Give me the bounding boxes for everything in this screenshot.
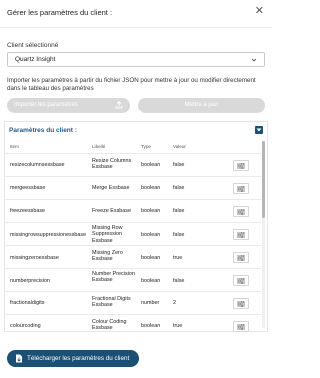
column-header-libelle: Libellé [92, 144, 106, 149]
cell-type: boolean [141, 185, 161, 191]
cell-libelle: Fractional Digits Essbase [92, 296, 131, 309]
cell-libelle: Missing Zero Essbase [92, 250, 123, 263]
cell-type: boolean [141, 323, 161, 329]
cell-valeur: true [173, 255, 183, 261]
cell-valeur: false [173, 162, 185, 168]
scrollbar-thumb[interactable] [262, 141, 265, 218]
cell-type: boolean [141, 208, 161, 214]
table-row: colourcoding Colour Coding Essbase boole… [5, 314, 261, 336]
edit-row-button[interactable] [233, 229, 249, 240]
cell-libelle: Merge Essbase [92, 185, 130, 191]
sliders-icon [237, 209, 245, 215]
table-row: resizecolumnsessbase Resize Columns Essb… [5, 153, 261, 175]
update-button[interactable]: Mettre à jour [138, 98, 265, 113]
table-row: missingrowsuppressionessbase Missing Row… [5, 222, 261, 244]
dialog-header: Gérer les paramètres du client : ✕ [0, 0, 272, 28]
cell-item: freezeessbase [10, 208, 46, 214]
cell-valeur: false [173, 208, 185, 214]
update-label: Mettre à jour [184, 102, 219, 108]
cell-libelle: Colour Coding Essbase [92, 319, 127, 332]
edit-row-button[interactable] [233, 252, 249, 263]
cell-item: resizecolumnsessbase [10, 162, 65, 168]
cell-type: boolean [141, 162, 161, 168]
chevron-down-icon [251, 58, 257, 62]
cell-type: boolean [141, 232, 161, 238]
params-title: Paramètres du client : [9, 127, 77, 134]
cell-item: numberprecision [10, 278, 50, 284]
client-select-value: Quartz Insight [15, 56, 56, 63]
sliders-icon [237, 163, 245, 169]
cell-type: boolean [141, 255, 161, 261]
column-header-item: Item [10, 144, 19, 149]
sliders-icon [237, 278, 245, 284]
cell-libelle: Resize Columns Essbase [92, 158, 132, 171]
table-row: mergeessbase Merge Essbase boolean false [5, 176, 261, 198]
sliders-icon [237, 301, 245, 307]
cell-type: boolean [141, 278, 161, 284]
table-row: missingzeroessbase Missing Zero Essbase … [5, 245, 261, 267]
cell-item: mergeessbase [10, 185, 46, 191]
table-row: numberprecision Number Precision Essbase… [5, 268, 261, 290]
sliders-icon [237, 232, 245, 238]
upload-icon [115, 101, 123, 109]
table-scrollbar[interactable] [262, 141, 265, 328]
import-description: Importer les paramètres à partir du fich… [7, 77, 256, 92]
cell-type: number [141, 300, 160, 306]
sliders-icon [237, 324, 245, 330]
download-params-label: Télécharger les paramètres du client [27, 355, 130, 362]
edit-row-button[interactable] [233, 298, 249, 309]
dialog-title: Gérer les paramètres du client : [7, 8, 113, 17]
cell-item: fractionaldigits [10, 300, 45, 306]
cell-item: missingrowsuppressionessbase [10, 232, 87, 238]
cell-libelle: Freeze Essbase [92, 208, 131, 214]
import-params-label: Importer les paramètres [14, 102, 78, 108]
download-params-button[interactable]: Télécharger les paramètres du client [7, 350, 139, 367]
params-table-header: Item Libellé Type Valeur [5, 140, 261, 152]
cell-valeur: true [173, 323, 183, 329]
edit-row-button[interactable] [233, 275, 249, 286]
cell-valeur: false [173, 232, 185, 238]
file-download-icon [16, 354, 22, 363]
edit-row-button[interactable] [233, 183, 249, 194]
cell-valeur: 2 [173, 300, 176, 306]
table-row: freezeessbase Freeze Essbase boolean fal… [5, 199, 261, 221]
close-icon[interactable]: ✕ [255, 6, 264, 17]
cell-libelle: Missing Row Suppression Essbase [92, 225, 123, 244]
edit-row-button[interactable] [233, 160, 249, 171]
client-select[interactable]: Quartz Insight [7, 52, 265, 67]
column-header-type: Type [141, 144, 151, 149]
cell-valeur: false [173, 278, 185, 284]
cell-item: missingzeroessbase [10, 255, 59, 261]
column-header-valeur: Valeur [173, 144, 186, 149]
cell-libelle: Number Precision Essbase [92, 271, 135, 284]
edit-row-button[interactable] [233, 321, 249, 332]
import-params-button[interactable]: Importer les paramètres [7, 98, 130, 113]
cell-item: colourcoding [10, 323, 41, 329]
collapse-icon[interactable] [255, 126, 263, 134]
cell-valeur: false [173, 185, 185, 191]
edit-row-button[interactable] [233, 206, 249, 217]
client-select-label: Client sélectionné [7, 42, 59, 49]
sliders-icon [237, 255, 245, 261]
sliders-icon [237, 186, 245, 192]
client-params-panel: Paramètres du client : Item Libellé Type… [4, 121, 268, 332]
table-row: fractionaldigits Fractional Digits Essba… [5, 291, 261, 313]
